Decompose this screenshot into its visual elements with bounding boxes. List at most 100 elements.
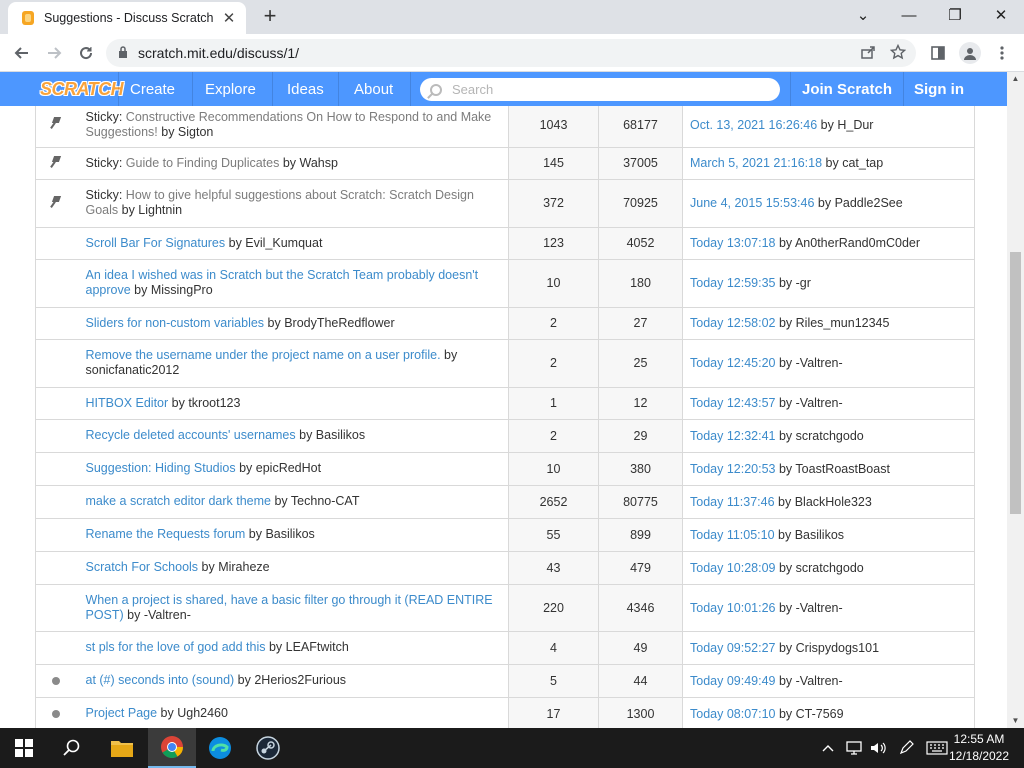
topic-link[interactable]: at (#) seconds into (sound) <box>86 673 235 687</box>
last-post-link[interactable]: Today 12:43:57 <box>690 396 776 410</box>
join-scratch-link[interactable]: Join Scratch <box>802 72 892 106</box>
scratch-search-box[interactable] <box>420 78 780 101</box>
topic-replies: 2 <box>508 339 599 388</box>
show-hidden-icons-chevron-icon[interactable] <box>822 728 834 768</box>
last-post-link[interactable]: Today 09:49:49 <box>690 674 776 688</box>
topic-status-cell <box>35 106 76 148</box>
topic-title-cell: Scratch For Schools by Miraheze <box>75 551 509 585</box>
search-icon <box>63 739 80 756</box>
topic-author: by Wahsp <box>279 155 338 170</box>
last-post-link[interactable]: Today 12:59:35 <box>690 276 776 290</box>
last-post-link[interactable]: Oct. 13, 2021 16:26:46 <box>690 118 817 132</box>
close-tab-icon[interactable]: ✕ <box>220 9 238 27</box>
topic-link[interactable]: Scroll Bar For Signatures <box>86 236 226 250</box>
last-post-author: by CT-7569 <box>775 706 844 721</box>
pin-icon <box>50 117 62 129</box>
last-post-author: by Paddle2See <box>814 196 903 210</box>
topic-link[interactable]: Suggestion: Hiding Studios <box>86 461 236 475</box>
search-icon <box>430 83 442 96</box>
browser-menu-icon[interactable] <box>990 42 1014 64</box>
topic-last-post-cell: Today 10:01:26 by -Valtren- <box>682 584 975 632</box>
last-post-link[interactable]: Today 12:20:53 <box>690 462 776 476</box>
last-post-link[interactable]: Today 11:37:46 <box>690 495 775 509</box>
nav-divider <box>903 72 904 106</box>
page-scrollbar[interactable]: ▲ ▼ <box>1007 72 1024 728</box>
side-panel-icon[interactable] <box>926 42 950 64</box>
address-bar[interactable]: scratch.mit.edu/discuss/1/ <box>106 39 916 67</box>
restore-window-button[interactable]: ❐ <box>932 0 978 30</box>
topic-views: 27 <box>598 307 683 340</box>
back-button[interactable] <box>10 42 34 64</box>
scrollbar-thumb[interactable] <box>1010 252 1021 514</box>
network-icon[interactable] <box>846 728 862 768</box>
edge-taskbar-icon[interactable] <box>196 728 244 768</box>
nav-ideas[interactable]: Ideas <box>287 72 324 106</box>
last-post-link[interactable]: Today 09:52:27 <box>690 641 776 655</box>
tab-title: Suggestions - Discuss Scratch <box>44 11 214 25</box>
last-post-author: by Riles_mun12345 <box>775 316 890 330</box>
profile-avatar-icon[interactable] <box>958 42 982 64</box>
nav-explore[interactable]: Explore <box>205 72 256 106</box>
forward-button[interactable] <box>42 42 66 64</box>
taskbar-search-button[interactable] <box>48 728 96 768</box>
last-post-link[interactable]: June 4, 2015 15:53:46 <box>690 196 814 210</box>
bookmark-star-icon[interactable] <box>889 43 907 63</box>
browser-tab-active[interactable]: Suggestions - Discuss Scratch ✕ <box>8 2 246 34</box>
last-post-link[interactable]: Today 12:45:20 <box>690 356 776 370</box>
last-post-link[interactable]: Today 10:28:09 <box>690 561 776 575</box>
last-post-link[interactable]: Today 12:58:02 <box>690 316 776 330</box>
volume-icon[interactable] <box>870 728 886 768</box>
last-post-link[interactable]: Today 12:32:41 <box>690 429 776 443</box>
chrome-taskbar-icon[interactable] <box>148 728 196 768</box>
topic-last-post-cell: Today 12:58:02 by Riles_mun12345 <box>682 307 975 340</box>
reload-button[interactable] <box>74 42 98 64</box>
topic-title-cell: Suggestion: Hiding Studios by epicRedHot <box>75 452 509 486</box>
last-post-link[interactable]: Today 11:05:10 <box>690 528 775 542</box>
share-icon[interactable] <box>860 44 876 63</box>
url-text: scratch.mit.edu/discuss/1/ <box>138 45 300 61</box>
topic-row: An idea I wished was in Scratch but the … <box>35 259 975 308</box>
topic-status-cell <box>35 259 76 308</box>
topic-link[interactable]: Remove the username under the project na… <box>86 348 441 362</box>
scratch-search-input[interactable] <box>450 81 770 98</box>
topic-link[interactable]: Recycle deleted accounts' usernames <box>86 428 296 442</box>
topic-views: 899 <box>598 518 683 552</box>
topic-link[interactable]: Rename the Requests forum <box>86 527 246 541</box>
taskbar-clock[interactable]: 12:55 AM 12/18/2022 <box>944 731 1014 765</box>
sign-in-link[interactable]: Sign in <box>914 72 964 106</box>
pen-workspace-icon[interactable] <box>898 728 914 768</box>
nav-divider <box>192 72 193 106</box>
minimize-window-button[interactable]: — <box>886 0 932 30</box>
topic-row: make a scratch editor dark theme by Tech… <box>35 485 975 519</box>
nav-about[interactable]: About <box>354 72 393 106</box>
nav-create[interactable]: Create <box>130 72 175 106</box>
topic-link[interactable]: make a scratch editor dark theme <box>86 494 272 508</box>
last-post-link[interactable]: Today 13:07:18 <box>690 236 776 250</box>
last-post-link[interactable]: Today 08:07:10 <box>690 707 776 721</box>
scratch-logo[interactable]: SCRATCH <box>34 76 129 102</box>
nav-divider <box>410 72 411 106</box>
topic-link[interactable]: Guide to Finding Duplicates <box>126 156 280 170</box>
topic-link[interactable]: Constructive Recommendations On How to R… <box>86 110 492 139</box>
topic-link[interactable]: st pls for the love of god add this <box>86 640 266 654</box>
tab-search-icon[interactable]: ⌄ <box>840 0 886 30</box>
topic-link[interactable]: Project Page <box>86 706 158 720</box>
status-dot-icon <box>51 709 60 718</box>
topic-views: 29 <box>598 419 683 453</box>
topic-views: 380 <box>598 452 683 486</box>
start-button[interactable] <box>0 728 48 768</box>
file-explorer-taskbar-icon[interactable] <box>98 728 146 768</box>
topic-last-post-cell: Today 09:52:27 by Crispydogs101 <box>682 631 975 665</box>
steam-taskbar-icon[interactable] <box>244 728 292 768</box>
topic-link[interactable]: HITBOX Editor <box>86 396 169 410</box>
last-post-link[interactable]: Today 10:01:26 <box>690 601 776 615</box>
topic-title-cell: make a scratch editor dark theme by Tech… <box>75 485 509 519</box>
last-post-link[interactable]: March 5, 2021 21:16:18 <box>690 156 822 170</box>
scroll-up-arrow-icon[interactable]: ▲ <box>1007 72 1024 86</box>
new-tab-button[interactable]: + <box>258 4 282 28</box>
topic-last-post-cell: Today 08:07:10 by CT-7569 <box>682 697 975 728</box>
scroll-down-arrow-icon[interactable]: ▼ <box>1007 714 1024 728</box>
close-window-button[interactable]: ✕ <box>978 0 1024 30</box>
topic-link[interactable]: Sliders for non-custom variables <box>86 316 265 330</box>
topic-link[interactable]: Scratch For Schools <box>86 560 199 574</box>
